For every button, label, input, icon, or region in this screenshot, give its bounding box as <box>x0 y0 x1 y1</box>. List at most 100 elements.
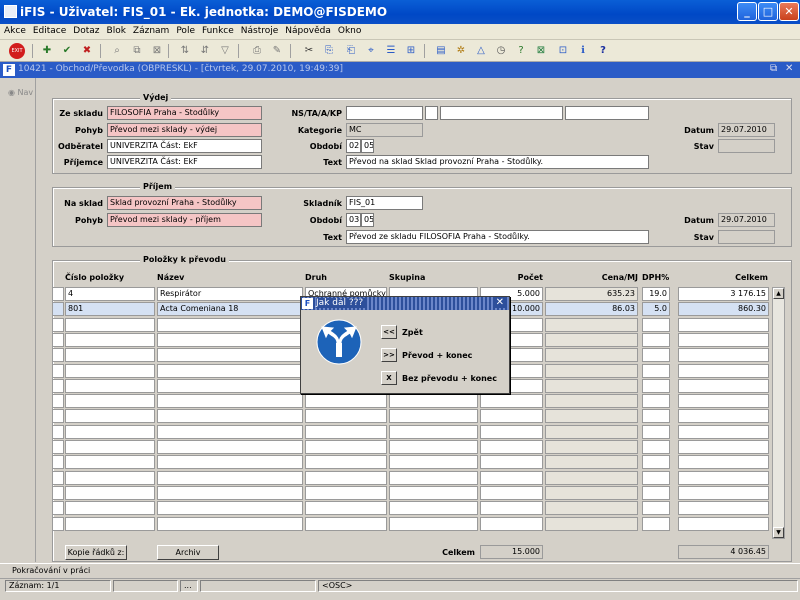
cell-nazev[interactable] <box>157 348 303 362</box>
row-selector[interactable] <box>52 517 64 531</box>
minimize-button[interactable]: _ <box>737 2 757 21</box>
cell-nazev[interactable] <box>157 440 303 454</box>
cell-nazev[interactable]: Acta Comeniana 18 <box>157 302 303 316</box>
prevod-konec-button[interactable]: >> <box>381 348 397 362</box>
row-selector[interactable] <box>52 379 64 393</box>
cell-cislo[interactable] <box>65 318 155 332</box>
window-title-bar[interactable]: iFIS - Uživatel: FIS_01 - Ek. jednotka: … <box>0 0 800 24</box>
save-icon[interactable]: ✔ <box>60 44 74 58</box>
menu-zaznam[interactable]: Záznam <box>129 24 172 36</box>
vydej-obdobi-year[interactable]: 05 <box>361 139 374 153</box>
edit-icon[interactable]: ✎ <box>270 44 284 58</box>
row-selector[interactable] <box>52 318 64 332</box>
cell-celkem[interactable] <box>678 409 769 423</box>
cell-cena[interactable] <box>545 517 638 531</box>
cell-celkem[interactable] <box>678 471 769 485</box>
cell-dph[interactable] <box>642 394 670 408</box>
vydej-pohyb-field[interactable]: Převod mezi sklady - výdej <box>107 123 262 137</box>
report-icon[interactable]: ▤ <box>434 44 448 58</box>
cell-celkem[interactable] <box>678 440 769 454</box>
cell-pocet[interactable] <box>480 455 543 469</box>
row-selector[interactable] <box>52 486 64 500</box>
row-selector[interactable] <box>52 333 64 347</box>
cut-icon[interactable]: ✂ <box>302 44 316 58</box>
info-icon[interactable]: ℹ <box>576 44 590 58</box>
cell-skupina[interactable] <box>389 501 478 515</box>
cell-cislo[interactable] <box>65 425 155 439</box>
cell-cena[interactable]: 635.23 <box>545 287 638 301</box>
bez-prevodu-button[interactable]: X <box>381 371 397 385</box>
cell-dph[interactable] <box>642 471 670 485</box>
paste-icon[interactable]: ⎗ <box>344 44 358 58</box>
cell-nazev[interactable] <box>157 364 303 378</box>
cell-celkem[interactable] <box>678 348 769 362</box>
cell-celkem[interactable] <box>678 318 769 332</box>
row-selector[interactable] <box>52 364 64 378</box>
cell-skupina[interactable] <box>389 425 478 439</box>
cell-cislo[interactable] <box>65 379 155 393</box>
row-selector[interactable] <box>52 302 64 316</box>
row-selector[interactable] <box>52 409 64 423</box>
cell-cislo[interactable]: 4 <box>65 287 155 301</box>
cell-celkem[interactable] <box>678 517 769 531</box>
cell-celkem[interactable]: 860.30 <box>678 302 769 316</box>
chart-icon[interactable]: △ <box>474 44 488 58</box>
cell-druh[interactable] <box>305 425 387 439</box>
cell-nazev[interactable] <box>157 501 303 515</box>
cell-skupina[interactable] <box>389 486 478 500</box>
archiv-button[interactable]: Archiv <box>157 545 219 560</box>
cell-cena[interactable] <box>545 348 638 362</box>
cell-dph[interactable] <box>642 379 670 393</box>
cell-cislo[interactable]: 801 <box>65 302 155 316</box>
print-icon[interactable]: ⎙ <box>250 44 264 58</box>
cell-cena[interactable] <box>545 379 638 393</box>
cell-dph[interactable] <box>642 318 670 332</box>
row-selector[interactable] <box>52 394 64 408</box>
new-record-icon[interactable]: ✚ <box>40 44 54 58</box>
prijem-text-field[interactable]: Převod ze skladu FILOSOFIA Praha - Stodů… <box>346 230 649 244</box>
scroll-up-icon[interactable]: ▲ <box>773 288 784 299</box>
cell-dph[interactable] <box>642 440 670 454</box>
cell-pocet[interactable] <box>480 409 543 423</box>
menu-nastroje[interactable]: Nástroje <box>237 24 282 36</box>
cell-cena[interactable] <box>545 364 638 378</box>
cell-nazev[interactable] <box>157 379 303 393</box>
zpet-button[interactable]: << <box>381 325 397 339</box>
cell-druh[interactable] <box>305 486 387 500</box>
nav-label[interactable]: ◉ Nav <box>8 88 33 97</box>
cell-cislo[interactable] <box>65 333 155 347</box>
attach-icon[interactable]: ⊞ <box>404 44 418 58</box>
cell-cislo[interactable] <box>65 471 155 485</box>
row-selector[interactable] <box>52 501 64 515</box>
close-button[interactable]: ✕ <box>779 2 799 21</box>
menu-funkce[interactable]: Funkce <box>198 24 237 36</box>
dialog-close-icon[interactable]: ✕ <box>494 297 505 308</box>
exit-icon[interactable]: EXIT <box>9 43 25 59</box>
scroll-down-icon[interactable]: ▼ <box>773 527 784 538</box>
a-field[interactable] <box>440 106 563 120</box>
cell-dph[interactable] <box>642 501 670 515</box>
help-icon[interactable]: ? <box>596 44 610 58</box>
cell-skupina[interactable] <box>389 409 478 423</box>
cell-druh[interactable] <box>305 409 387 423</box>
cell-dph[interactable] <box>642 364 670 378</box>
cancel-query-icon[interactable]: ⊠ <box>150 44 164 58</box>
ns-field[interactable] <box>346 106 423 120</box>
cell-cena[interactable] <box>545 501 638 515</box>
cell-cena[interactable] <box>545 440 638 454</box>
row-selector[interactable] <box>52 287 64 301</box>
menu-akce[interactable]: Akce <box>0 24 29 36</box>
vydej-text-field[interactable]: Převod na sklad Sklad provozní Praha - S… <box>346 155 649 169</box>
cell-skupina[interactable] <box>389 471 478 485</box>
menu-napoveda[interactable]: Nápověda <box>281 24 334 36</box>
cell-cislo[interactable] <box>65 501 155 515</box>
cell-cena[interactable] <box>545 486 638 500</box>
cell-cena[interactable] <box>545 471 638 485</box>
delete-record-icon[interactable]: ✖ <box>80 44 94 58</box>
cell-skupina[interactable] <box>389 394 478 408</box>
row-selector[interactable] <box>52 471 64 485</box>
cell-nazev[interactable] <box>157 394 303 408</box>
prijem-obdobi-year[interactable]: 05 <box>361 213 374 227</box>
cell-dph[interactable] <box>642 333 670 347</box>
prijem-obdobi-month[interactable]: 03 <box>346 213 361 227</box>
